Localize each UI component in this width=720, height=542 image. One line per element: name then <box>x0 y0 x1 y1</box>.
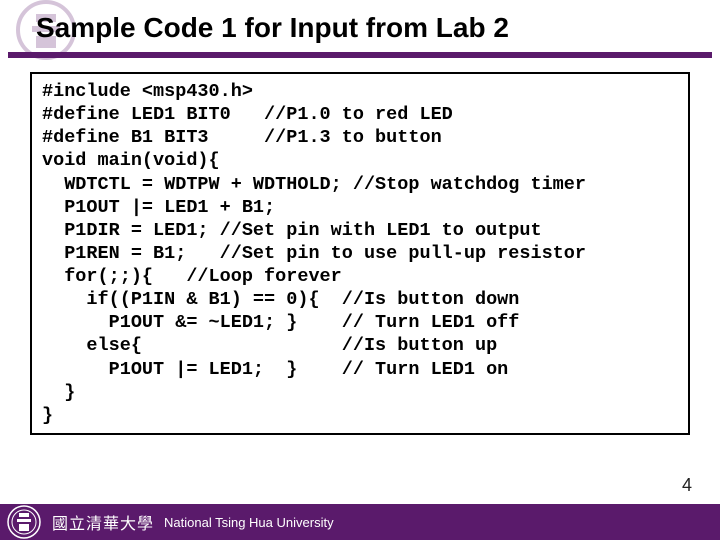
code-block: #include <msp430.h> #define LED1 BIT0 //… <box>30 72 690 435</box>
slide-title-bar: Sample Code 1 for Input from Lab 2 <box>8 0 712 58</box>
footer-university-name-en: National Tsing Hua University <box>164 515 334 530</box>
footer-university-name-cn: 國立清華大學 <box>52 510 154 534</box>
university-logo-icon <box>4 502 44 542</box>
page-number: 4 <box>682 475 692 496</box>
footer-bar: 國立清華大學 National Tsing Hua University <box>0 504 720 540</box>
slide-title: Sample Code 1 for Input from Lab 2 <box>36 12 509 43</box>
slide: Sample Code 1 for Input from Lab 2 #incl… <box>0 0 720 540</box>
